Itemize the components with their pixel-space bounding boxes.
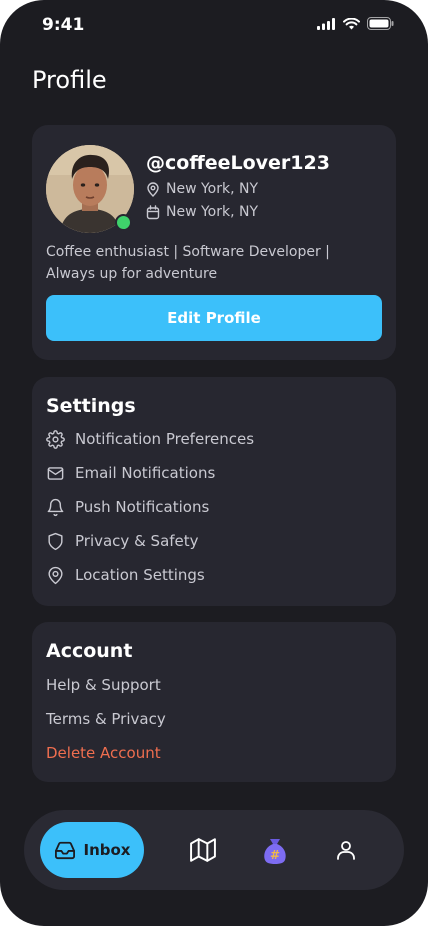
gear-icon — [46, 429, 65, 449]
user-icon — [337, 841, 355, 860]
shield-icon — [46, 532, 65, 551]
tab-inbox-label: Inbox — [83, 841, 131, 859]
map-pin-icon — [147, 181, 159, 197]
settings-item-label: Privacy & Safety — [75, 532, 199, 550]
settings-item-label: Notification Preferences — [75, 430, 255, 448]
profile-joined: New York, NY — [146, 204, 258, 220]
status-icons — [317, 17, 394, 30]
map-icon — [190, 838, 216, 862]
wifi-icon — [343, 17, 360, 29]
settings-card: Settings Notification Preferences Email … — [32, 377, 396, 606]
settings-item-location-settings[interactable]: Location Settings — [46, 563, 205, 587]
status-time: 9:41 — [42, 15, 85, 35]
inbox-icon — [54, 841, 75, 860]
hashtag-bag-icon: # — [264, 839, 286, 864]
tab-profile[interactable] — [332, 836, 360, 864]
mail-icon — [46, 464, 65, 483]
tab-hashtag[interactable]: # — [261, 836, 289, 864]
phone-screen: 9:41 Profile @coffeeLover123 New York, N… — [0, 0, 428, 926]
settings-item-label: Email Notifications — [75, 464, 216, 482]
account-title: Account — [46, 640, 133, 662]
bell-icon — [46, 498, 65, 517]
settings-title: Settings — [46, 395, 136, 417]
profile-location: New York, NY — [146, 181, 258, 197]
delete-account-button[interactable]: Delete Account — [46, 741, 161, 765]
tab-inbox[interactable]: Inbox — [40, 822, 144, 878]
settings-item-label: Location Settings — [75, 566, 205, 584]
svg-text:#: # — [270, 848, 280, 862]
settings-item-privacy-safety[interactable]: Privacy & Safety — [46, 529, 199, 553]
settings-item-notification-preferences[interactable]: Notification Preferences — [46, 427, 254, 451]
map-pin-icon — [46, 566, 65, 585]
calendar-icon — [146, 204, 160, 219]
help-support-link[interactable]: Help & Support — [46, 673, 161, 697]
avatar-wrapper[interactable] — [46, 145, 134, 233]
terms-privacy-link[interactable]: Terms & Privacy — [46, 707, 166, 731]
profile-joined-text: New York, NY — [166, 204, 259, 220]
profile-card: @coffeeLover123 New York, NY New York, N… — [32, 125, 396, 360]
profile-location-text: New York, NY — [166, 181, 259, 197]
profile-bio: Coffee enthusiast | Software Developer |… — [46, 244, 330, 282]
page-title: Profile — [32, 66, 107, 94]
edit-profile-button[interactable]: Edit Profile — [46, 295, 382, 341]
profile-username: @coffeeLover123 — [146, 152, 330, 174]
bottom-tab-bar: Inbox # — [24, 810, 404, 890]
account-card: Account Help & Support Terms & Privacy D… — [32, 622, 396, 782]
tab-map[interactable] — [189, 836, 217, 864]
status-bar: 9:41 — [0, 0, 428, 50]
online-status-dot — [115, 214, 132, 231]
cellular-signal-icon — [317, 17, 335, 30]
battery-icon — [367, 17, 394, 30]
settings-item-label: Push Notifications — [75, 498, 210, 516]
settings-item-email-notifications[interactable]: Email Notifications — [46, 461, 215, 485]
settings-item-push-notifications[interactable]: Push Notifications — [46, 495, 209, 519]
